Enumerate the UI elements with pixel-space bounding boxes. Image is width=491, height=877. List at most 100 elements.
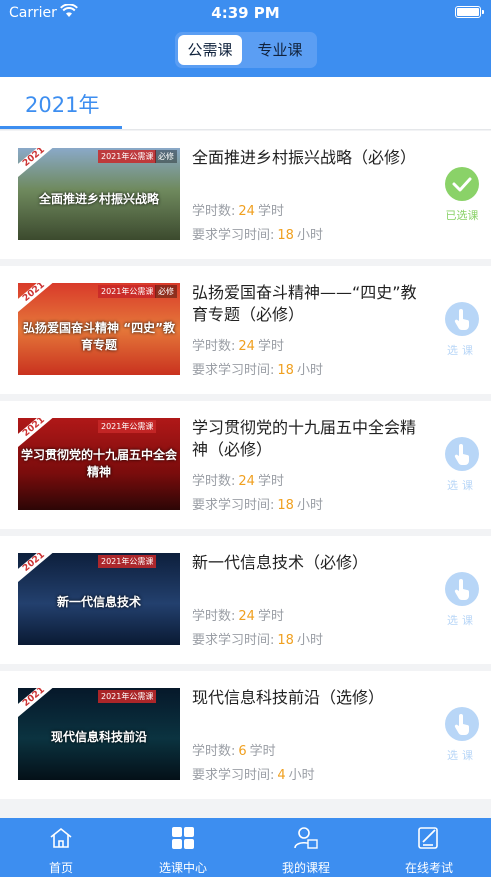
- thumbnail-tag: 2021年公需课: [98, 555, 157, 568]
- thumbnail-headline: 现代信息科技前沿: [50, 730, 147, 744]
- tab-course-center-label: 选课中心: [158, 861, 207, 875]
- thumbnail-headline: 弘扬爱国奋斗精神 “四史”教育专题: [23, 321, 175, 352]
- action-label: 选课: [447, 344, 477, 357]
- course-thumbnail[interactable]: 2021年公需课 必修 2021 全面推进乡村振兴战略: [18, 148, 180, 240]
- course-hours: 学时数: 24 学时: [192, 200, 284, 219]
- top-bar: Carrier 4:39 PM 公需课 专业课: [0, 0, 491, 77]
- thumbnail-tag: 2021年公需课: [98, 420, 157, 433]
- course-study-time: 要求学习时间: 18 小时: [192, 224, 323, 243]
- time-label: 要求学习时间:: [192, 228, 275, 243]
- action-circle: [445, 167, 479, 201]
- hours-label: 学时数:: [192, 339, 236, 354]
- hours-value: 24: [238, 474, 255, 489]
- time-unit: 小时: [296, 228, 323, 243]
- thumbnail-required: 必修: [155, 285, 177, 298]
- grid-icon: [172, 827, 194, 849]
- time-value: 18: [277, 498, 294, 513]
- hours-label: 学时数:: [192, 474, 236, 489]
- action-circle: [445, 302, 479, 336]
- course-card[interactable]: 2021年公需课 2021 学习贯彻党的十九届五中全会精神 学习贯彻党的十九届五中全会…: [0, 401, 491, 529]
- thumbnail-headline: 学习贯彻党的十九届五中全会精神: [20, 448, 177, 479]
- year-tab-bar: 2021年: [0, 77, 491, 130]
- time-label: 要求学习时间:: [192, 498, 275, 513]
- action-label: 选课: [447, 749, 477, 762]
- check-icon: [452, 177, 472, 192]
- tap-hand-icon: [454, 444, 469, 466]
- selected-status: 已选课: [440, 167, 484, 223]
- course-thumbnail[interactable]: 2021年公需课 2021 学习贯彻党的十九届五中全会精神: [18, 418, 180, 510]
- thumbnail-tag: 2021年公需课: [98, 150, 157, 163]
- time-label: 要求学习时间:: [192, 768, 275, 783]
- user-course-icon: [294, 827, 318, 849]
- course-study-time: 要求学习时间: 18 小时: [192, 629, 323, 648]
- tab-my-courses-label: 我的课程: [281, 861, 330, 875]
- tab-year-2021[interactable]: 2021年: [25, 89, 99, 119]
- hours-unit: 学时: [257, 474, 284, 489]
- action-circle: [445, 572, 479, 606]
- thumbnail-year-ribbon: 2021: [18, 553, 61, 586]
- time-value: 18: [277, 228, 294, 243]
- home-icon: [50, 827, 72, 848]
- action-label: 选课: [447, 614, 477, 627]
- thumbnail-headline: 全面推进乡村振兴战略: [38, 192, 159, 206]
- course-title[interactable]: 学习贯彻党的十九届五中全会精神（必修）: [192, 417, 422, 461]
- course-title[interactable]: 新一代信息技术（必修）: [192, 552, 422, 574]
- time-unit: 小时: [296, 498, 323, 513]
- tap-hand-icon: [454, 714, 469, 736]
- course-title[interactable]: 现代信息科技前沿（选修）: [192, 687, 422, 709]
- status-bar: Carrier 4:39 PM: [0, 0, 491, 26]
- thumbnail-year-ribbon: 2021: [18, 283, 61, 316]
- hours-value: 24: [238, 204, 255, 219]
- hours-label: 学时数:: [192, 744, 236, 759]
- tab-online-exam-label: 在线考试: [404, 861, 453, 875]
- course-thumbnail[interactable]: 2021年公需课 必修 2021 弘扬爱国奋斗精神 “四史”教育专题: [18, 283, 180, 375]
- thumbnail-year-ribbon: 2021: [18, 688, 61, 721]
- exam-icon: [418, 827, 438, 849]
- tab-online-exam[interactable]: 在线考试: [368, 818, 490, 877]
- select-course-button[interactable]: 选课: [440, 302, 484, 358]
- thumbnail-year-ribbon: 2021: [18, 148, 61, 181]
- hours-value: 24: [238, 339, 255, 354]
- time-label: 要求学习时间:: [192, 633, 275, 648]
- course-title[interactable]: 弘扬爱国奋斗精神——“四史”教育专题（必修）: [192, 282, 422, 326]
- course-hours: 学时数: 24 学时: [192, 335, 284, 354]
- course-hours: 学时数: 6 学时: [192, 740, 276, 759]
- course-card[interactable]: 2021年公需课 2021 新一代信息技术 新一代信息技术（必修） 学时数: 24 学时 要求…: [0, 536, 491, 664]
- course-thumbnail[interactable]: 2021年公需课 2021 现代信息科技前沿: [18, 688, 180, 780]
- course-card[interactable]: 2021年公需课 2021 现代信息科技前沿 现代信息科技前沿（选修） 学时数: 6 学时要…: [0, 671, 491, 799]
- time-unit: 小时: [296, 363, 323, 378]
- course-hours: 学时数: 24 学时: [192, 605, 284, 624]
- tab-course-center[interactable]: 选课中心: [122, 818, 244, 877]
- time-value: 18: [277, 633, 294, 648]
- select-course-button[interactable]: 选课: [440, 572, 484, 628]
- tap-hand-icon: [454, 579, 469, 601]
- course-study-time: 要求学习时间: 4 小时: [192, 764, 315, 783]
- course-card[interactable]: 2021年公需课 必修 2021 弘扬爱国奋斗精神 “四史”教育专题 弘扬爱国奋斗精神—…: [0, 266, 491, 394]
- time-unit: 小时: [288, 768, 315, 783]
- hours-value: 6: [238, 744, 247, 759]
- hours-unit: 学时: [257, 339, 284, 354]
- clock: 4:39 PM: [211, 4, 280, 22]
- course-thumbnail[interactable]: 2021年公需课 2021 新一代信息技术: [18, 553, 180, 645]
- hours-value: 24: [238, 609, 255, 624]
- hours-label: 学时数:: [192, 609, 236, 624]
- course-study-time: 要求学习时间: 18 小时: [192, 359, 323, 378]
- tab-underline: [0, 126, 122, 129]
- tab-public-course[interactable]: 公需课: [178, 35, 242, 65]
- time-unit: 小时: [296, 633, 323, 648]
- hours-unit: 学时: [257, 204, 284, 219]
- bottom-tab-bar: 首页 选课中心 我的课程 在线考试: [0, 818, 491, 877]
- select-course-button[interactable]: 选课: [440, 437, 484, 493]
- course-card[interactable]: 2021年公需课 必修 2021 全面推进乡村振兴战略 全面推进乡村振兴战略（必修） 学时…: [0, 131, 491, 259]
- tab-home[interactable]: 首页: [0, 818, 122, 877]
- tab-my-courses[interactable]: 我的课程: [245, 818, 367, 877]
- tab-professional-course[interactable]: 专业课: [247, 35, 313, 65]
- select-course-button[interactable]: 选课: [440, 707, 484, 763]
- hours-label: 学时数:: [192, 204, 236, 219]
- course-title[interactable]: 全面推进乡村振兴战略（必修）: [192, 147, 422, 169]
- course-study-time: 要求学习时间: 18 小时: [192, 494, 323, 513]
- hours-unit: 学时: [257, 609, 284, 624]
- hours-unit: 学时: [249, 744, 276, 759]
- action-circle: [445, 707, 479, 741]
- time-value: 18: [277, 363, 294, 378]
